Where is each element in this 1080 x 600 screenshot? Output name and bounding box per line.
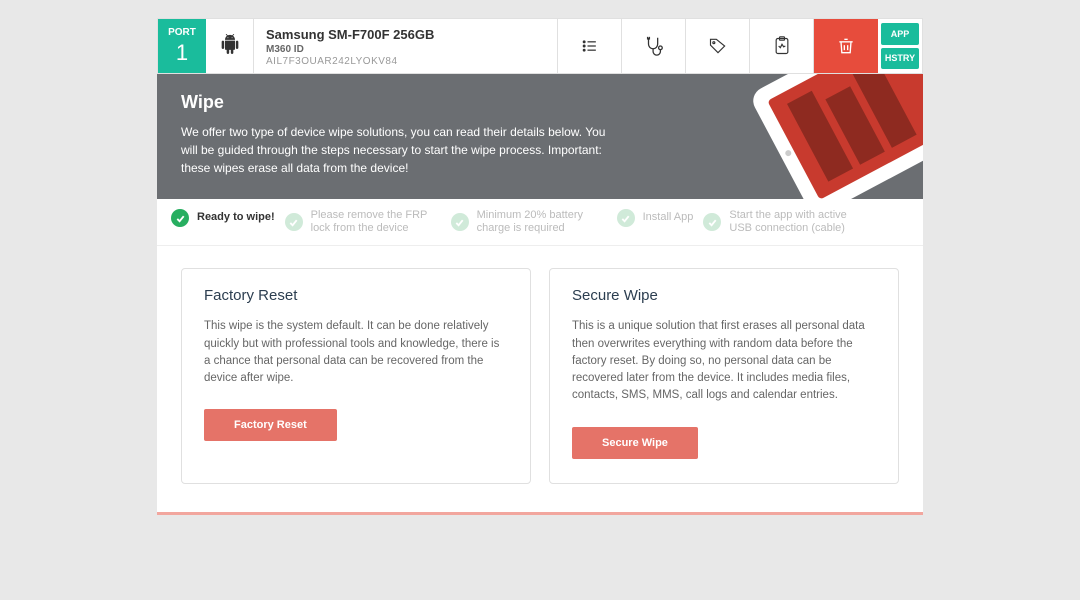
- wipe-banner: Wipe We offer two type of device wipe so…: [157, 74, 923, 199]
- status-frp: Please remove the FRP lock from the devi…: [285, 209, 441, 235]
- card-title: Secure Wipe: [572, 287, 876, 304]
- port-number: 1: [176, 40, 188, 66]
- status-usb: Start the app with active USB connection…: [703, 209, 859, 235]
- app-button[interactable]: APP: [881, 23, 919, 45]
- status-battery: Minimum 20% battery charge is required: [451, 209, 607, 235]
- status-text: Install App: [643, 211, 694, 224]
- check-icon: [617, 209, 635, 227]
- top-bar: PORT 1 Samsung SM-F700F 256GB M360 ID AI…: [157, 18, 923, 74]
- port-label: PORT: [168, 27, 196, 38]
- status-ready: Ready to wipe!: [171, 209, 275, 227]
- app-window: PORT 1 Samsung SM-F700F 256GB M360 ID AI…: [157, 18, 923, 515]
- card-body: This is a unique solution that first era…: [572, 318, 876, 404]
- diagnostics-icon[interactable]: [622, 19, 686, 73]
- status-text: Start the app with active USB connection…: [729, 209, 859, 235]
- wipe-options: Factory Reset This wipe is the system de…: [157, 246, 923, 511]
- factory-reset-button[interactable]: Factory Reset: [204, 409, 337, 441]
- check-icon: [451, 213, 469, 231]
- status-text: Ready to wipe!: [197, 211, 275, 224]
- status-install: Install App: [617, 209, 694, 227]
- side-buttons: APP HSTRY: [878, 19, 922, 73]
- device-sub-label: M360 ID: [266, 44, 545, 55]
- check-icon: [171, 209, 189, 227]
- footer-accent: [157, 512, 923, 515]
- tablet-illustration: [703, 74, 923, 199]
- os-cell: [206, 19, 254, 73]
- check-icon: [285, 213, 303, 231]
- banner-body: We offer two type of device wipe solutio…: [181, 123, 621, 177]
- wipe-icon[interactable]: [814, 19, 878, 73]
- device-info: Samsung SM-F700F 256GB M360 ID AIL7F3OUA…: [254, 19, 558, 73]
- card-body: This wipe is the system default. It can …: [204, 318, 508, 387]
- card-title: Factory Reset: [204, 287, 508, 304]
- port-indicator: PORT 1: [158, 19, 206, 73]
- history-button[interactable]: HSTRY: [881, 48, 919, 70]
- check-icon: [703, 213, 721, 231]
- android-icon: [220, 33, 240, 60]
- status-text: Minimum 20% battery charge is required: [477, 209, 607, 235]
- device-id: AIL7F3OUAR242LYOKV84: [266, 56, 545, 67]
- list-icon[interactable]: [558, 19, 622, 73]
- status-row: Ready to wipe! Please remove the FRP loc…: [157, 199, 923, 246]
- tag-icon[interactable]: [686, 19, 750, 73]
- secure-wipe-button[interactable]: Secure Wipe: [572, 427, 698, 459]
- device-name: Samsung SM-F700F 256GB: [266, 27, 545, 42]
- status-text: Please remove the FRP lock from the devi…: [311, 209, 441, 235]
- factory-reset-card: Factory Reset This wipe is the system de…: [181, 268, 531, 483]
- secure-wipe-card: Secure Wipe This is a unique solution th…: [549, 268, 899, 483]
- report-icon[interactable]: [750, 19, 814, 73]
